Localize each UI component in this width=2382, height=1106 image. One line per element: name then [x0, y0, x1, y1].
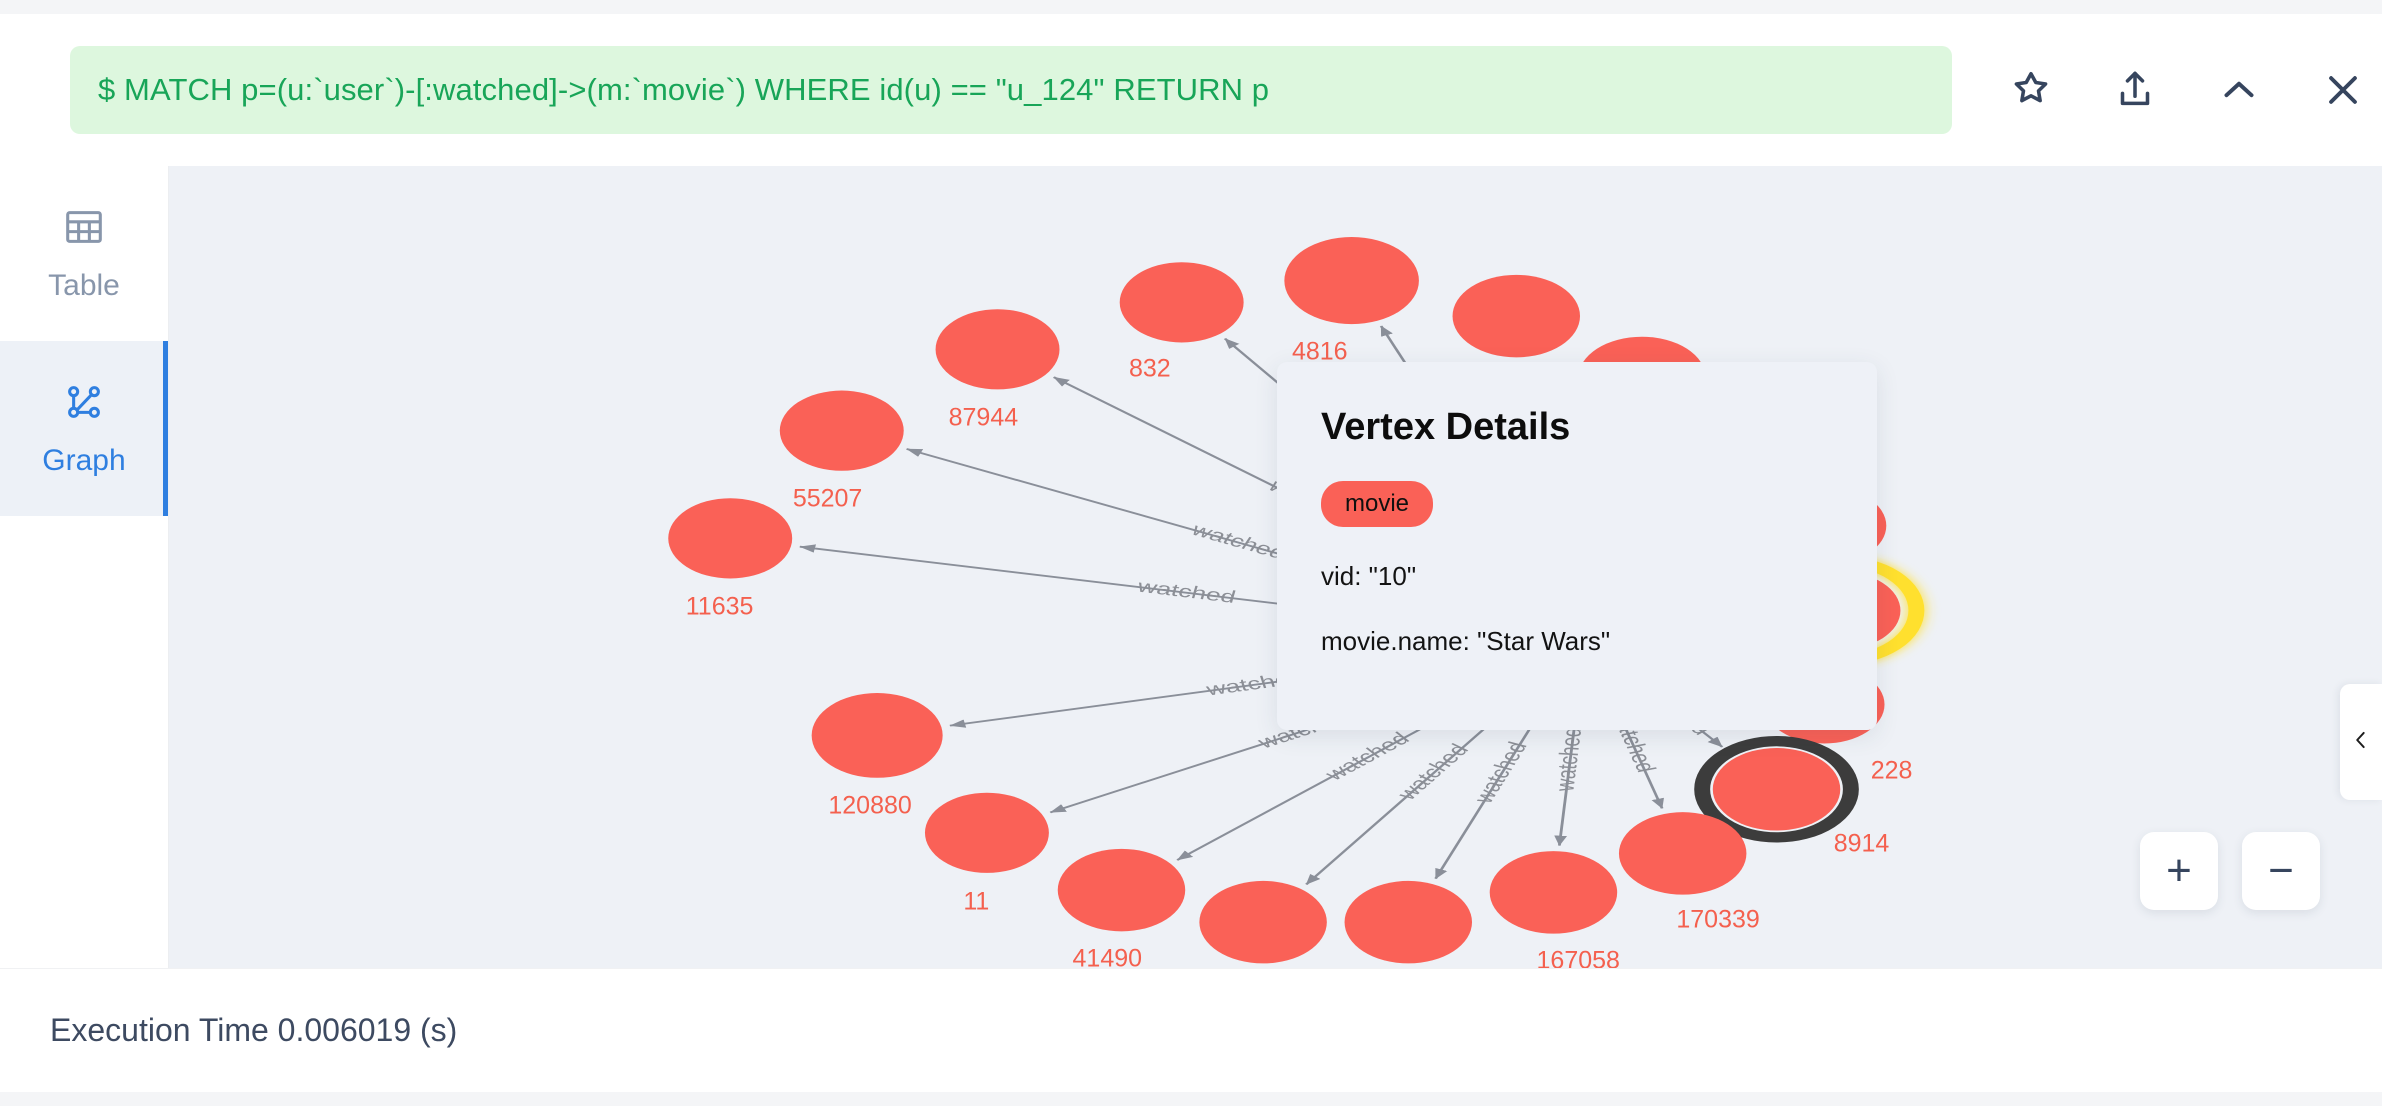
sidebar-item-graph[interactable]: Graph [0, 341, 168, 516]
status-footer: Execution Time 0.006019 (s) [0, 968, 2382, 1092]
panel-collapse-handle[interactable] [2340, 684, 2382, 800]
result-body: Table Graph watched watched watched watc… [0, 166, 2382, 968]
svg-text:watched: watched [1319, 728, 1415, 784]
graph-visualization: watchedwatchedwatchedwatchedwatchedwatch… [668, 237, 1925, 964]
vertex-detail-vid: vid: "10" [1321, 561, 1417, 591]
sidebar-item-table-label: Table [48, 269, 120, 302]
zoom-in-button[interactable]: + [2140, 832, 2218, 910]
chevron-up-icon [2214, 65, 2264, 115]
query-result-window: $ MATCH p=(u:`user`)-[:watched]->(m:`mov… [0, 0, 2382, 1106]
close-button[interactable] [2316, 63, 2370, 117]
table-icon [61, 204, 107, 255]
close-icon [2317, 64, 2369, 116]
favorite-icon [2006, 65, 2056, 115]
favorite-button[interactable] [2004, 63, 2058, 117]
vertex-tag-badge: movie [1321, 481, 1434, 527]
export-icon [2110, 65, 2160, 115]
graph-icon [61, 379, 107, 430]
export-button[interactable] [2108, 63, 2162, 117]
vertex-details-panel: Vertex Details movie vid: "10" movie.nam… [1277, 362, 1877, 730]
svg-text:watched: watched [1187, 519, 1291, 562]
query-bar: $ MATCH p=(u:`user`)-[:watched]->(m:`mov… [0, 14, 2382, 166]
view-mode-sidebar: Table Graph [0, 166, 169, 968]
chevron-left-icon [2348, 727, 2374, 758]
svg-text:watched: watched [1391, 740, 1474, 803]
zoom-controls: + − [2140, 832, 2320, 910]
svg-text:watched: watched [1134, 576, 1238, 607]
zoom-out-button[interactable]: − [2242, 832, 2320, 910]
execution-time-label: Execution Time 0.006019 (s) [50, 1012, 458, 1048]
graph-canvas[interactable]: watched watched watched watched watched watch… [169, 166, 2382, 968]
query-actions [2004, 63, 2370, 117]
sidebar-item-table[interactable]: Table [0, 166, 168, 341]
query-input[interactable]: $ MATCH p=(u:`user`)-[:watched]->(m:`mov… [70, 46, 1952, 134]
vertex-details-title: Vertex Details [1321, 406, 1571, 448]
collapse-button[interactable] [2212, 63, 2266, 117]
vertex-detail-name: movie.name: "Star Wars" [1321, 626, 1611, 656]
svg-text:watched: watched [1467, 739, 1532, 806]
sidebar-item-graph-label: Graph [42, 444, 126, 477]
svg-text:watched: watched [1549, 727, 1587, 793]
